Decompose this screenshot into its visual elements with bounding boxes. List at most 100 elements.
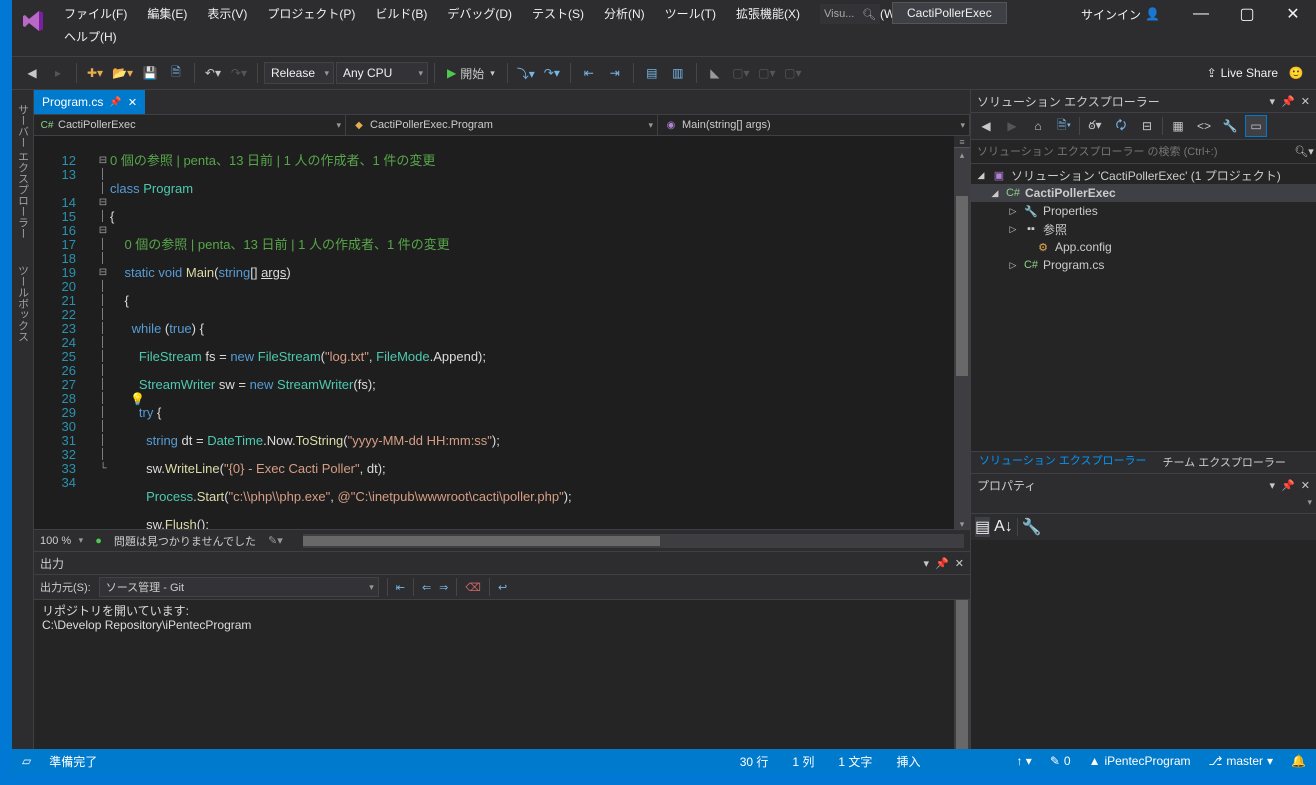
menu-tools[interactable]: ツール(T) <box>655 2 726 25</box>
se-sync[interactable]: 🗎▾ <box>1053 115 1075 137</box>
status-add[interactable]: ↑ ▾ <box>1016 754 1031 768</box>
status-bell[interactable]: 🔔 <box>1291 754 1306 768</box>
props-events[interactable]: 🔧 <box>1022 517 1042 537</box>
props-az[interactable]: A↓ <box>994 518 1013 536</box>
se-back[interactable]: ◀ <box>975 115 997 137</box>
se-fwd[interactable]: ▶ <box>1001 115 1023 137</box>
se-scope[interactable]: ఠ▾ <box>1084 115 1106 137</box>
status-repo[interactable]: ▲iPentecProgram <box>1089 754 1191 768</box>
editor-scrollbar-v[interactable]: ≡ ▴ ▾ <box>954 136 970 529</box>
step-over-button[interactable]: ↷▾ <box>540 61 564 85</box>
code-body[interactable]: 0 個の参照 | penta、13 日前 | 1 人の作成者、1 件の変更 cl… <box>110 136 954 529</box>
close-icon[interactable]: ✕ <box>1301 479 1310 492</box>
platform-combo[interactable]: Any CPU <box>336 62 428 84</box>
undo-button[interactable]: ↶▾ <box>201 61 225 85</box>
close-icon[interactable]: ✕ <box>955 557 964 570</box>
properties-target-combo[interactable] <box>971 496 1316 514</box>
save-button[interactable]: 💾 <box>138 61 162 85</box>
open-button[interactable]: 📂▾ <box>109 61 136 85</box>
rail-server-explorer[interactable]: サーバー エクスプローラー <box>13 100 33 243</box>
fold-column[interactable]: ⊟││⊟│⊟││⊟│││││││││││││└ <box>96 136 110 529</box>
se-refresh[interactable]: 🗘 <box>1110 115 1132 137</box>
close-icon[interactable]: ✕ <box>128 96 137 109</box>
tb-misc1[interactable]: ▢▾ <box>729 61 753 85</box>
editor-scrollbar-h[interactable] <box>303 534 964 548</box>
step-into-button[interactable]: ⤵▾ <box>514 61 538 85</box>
redo-button[interactable]: ↷▾ <box>227 61 251 85</box>
menu-view[interactable]: 表示(V) <box>197 2 257 25</box>
se-props[interactable]: 🔧 <box>1219 115 1241 137</box>
output-from-label: 出力元(S): <box>40 579 91 595</box>
uncomment-button[interactable]: ▥ <box>666 61 690 85</box>
solution-tree[interactable]: ◢▣ソリューション 'CactiPollerExec' (1 プロジェクト) ◢… <box>971 164 1316 451</box>
wrap-button[interactable]: ↩ <box>498 581 507 594</box>
pencil-icon: ✎ <box>1050 754 1060 768</box>
menu-extensions[interactable]: 拡張機能(X) <box>726 2 810 25</box>
new-project-button[interactable]: ✚▾ <box>83 61 107 85</box>
comment-button[interactable]: ▤ <box>640 61 664 85</box>
se-search-input[interactable] <box>971 146 1292 158</box>
window-close[interactable]: ✕ <box>1270 0 1316 28</box>
tab-program-cs[interactable]: Program.cs 📌 ✕ <box>34 90 145 114</box>
menu-file[interactable]: ファイル(F) <box>54 2 137 25</box>
goto-button[interactable]: ⇤ <box>396 581 405 594</box>
zoom-combo[interactable]: 100 % <box>40 535 83 547</box>
crumb-method[interactable]: ◉Main(string[] args) <box>658 115 970 135</box>
config-combo[interactable]: Release <box>264 62 334 84</box>
clear-button[interactable]: ⌫ <box>465 581 481 594</box>
menu-build[interactable]: ビルド(B) <box>365 2 437 25</box>
pin-icon[interactable]: 📌 <box>935 557 949 570</box>
pin-icon[interactable]: 📌 <box>1281 479 1295 492</box>
output-from-combo[interactable]: ソース管理 - Git <box>99 577 379 597</box>
prev-button[interactable]: ⇐ <box>422 581 431 594</box>
indent-inc-button[interactable]: ⇥ <box>603 61 627 85</box>
pin-icon[interactable]: 📌 <box>1281 95 1295 108</box>
pin-icon[interactable]: 📌 <box>109 97 121 108</box>
output-scrollbar-v[interactable] <box>954 600 970 749</box>
se-showall[interactable]: ▦ <box>1167 115 1189 137</box>
crumb-project[interactable]: C#CactiPollerExec <box>34 115 346 135</box>
feedback-button[interactable]: 🙂 <box>1284 61 1308 85</box>
tab-team-explorer[interactable]: チーム エクスプローラー <box>1155 451 1294 473</box>
menu-analyze[interactable]: 分析(N) <box>594 2 655 25</box>
signin-button[interactable]: サインイン 👤 <box>1073 2 1168 27</box>
rail-toolbox[interactable]: ツールボックス <box>13 261 33 346</box>
tab-solution-explorer[interactable]: ソリューション エクスプローラー <box>971 449 1155 473</box>
menu-test[interactable]: テスト(S) <box>522 2 594 25</box>
window-minimize[interactable]: — <box>1178 0 1224 28</box>
status-pending[interactable]: ✎0 <box>1050 754 1071 768</box>
panel-menu-icon[interactable]: ▾ <box>924 557 930 570</box>
nav-back-button[interactable]: ◀ <box>20 61 44 85</box>
start-debug-button[interactable]: ▶開始▾ <box>441 61 501 85</box>
props-cat[interactable]: ▤ <box>975 517 990 537</box>
indent-dec-button[interactable]: ⇤ <box>577 61 601 85</box>
bookmark-button[interactable]: ◣ <box>703 61 727 85</box>
menu-edit[interactable]: 編集(E) <box>137 2 197 25</box>
tb-misc3[interactable]: ▢▾ <box>781 61 805 85</box>
output-body[interactable]: リポジトリを開いています: C:\Develop Repository\iPen… <box>34 600 970 749</box>
se-preview[interactable]: ▭ <box>1245 115 1267 137</box>
nav-fwd-button[interactable]: ▸ <box>46 61 70 85</box>
window-maximize[interactable]: ▢ <box>1224 0 1270 28</box>
se-collapse[interactable]: ⊟ <box>1136 115 1158 137</box>
split-handle-icon[interactable]: ≡ <box>954 136 970 148</box>
status-branch[interactable]: ⎇master ▾ <box>1209 754 1274 768</box>
se-home[interactable]: ⌂ <box>1027 115 1049 137</box>
panel-menu-icon[interactable]: ▾ <box>1270 95 1276 108</box>
solution-explorer-search[interactable]: 🔍︎▾ <box>971 140 1316 164</box>
lightbulb-icon[interactable]: 💡 <box>130 392 145 406</box>
crumb-class[interactable]: ◆CactiPollerExec.Program <box>346 115 658 135</box>
menu-project[interactable]: プロジェクト(P) <box>257 2 365 25</box>
menu-help[interactable]: ヘルプ(H) <box>54 25 127 48</box>
se-code[interactable]: <> <box>1193 115 1215 137</box>
close-icon[interactable]: ✕ <box>1301 95 1310 108</box>
title-search[interactable]: Visu... 🔍︎ <box>820 4 880 24</box>
menu-debug[interactable]: デバッグ(D) <box>437 2 522 25</box>
brush-icon[interactable]: ✎▾ <box>268 534 283 547</box>
next-button[interactable]: ⇒ <box>439 581 448 594</box>
code-editor[interactable]: 1213 14151617181920212223242526272829303… <box>34 136 970 529</box>
panel-menu-icon[interactable]: ▾ <box>1270 479 1276 492</box>
tb-misc2[interactable]: ▢▾ <box>755 61 779 85</box>
liveshare-button[interactable]: ⇪Live Share <box>1207 66 1278 80</box>
save-all-button[interactable]: 🗎 <box>164 61 188 85</box>
